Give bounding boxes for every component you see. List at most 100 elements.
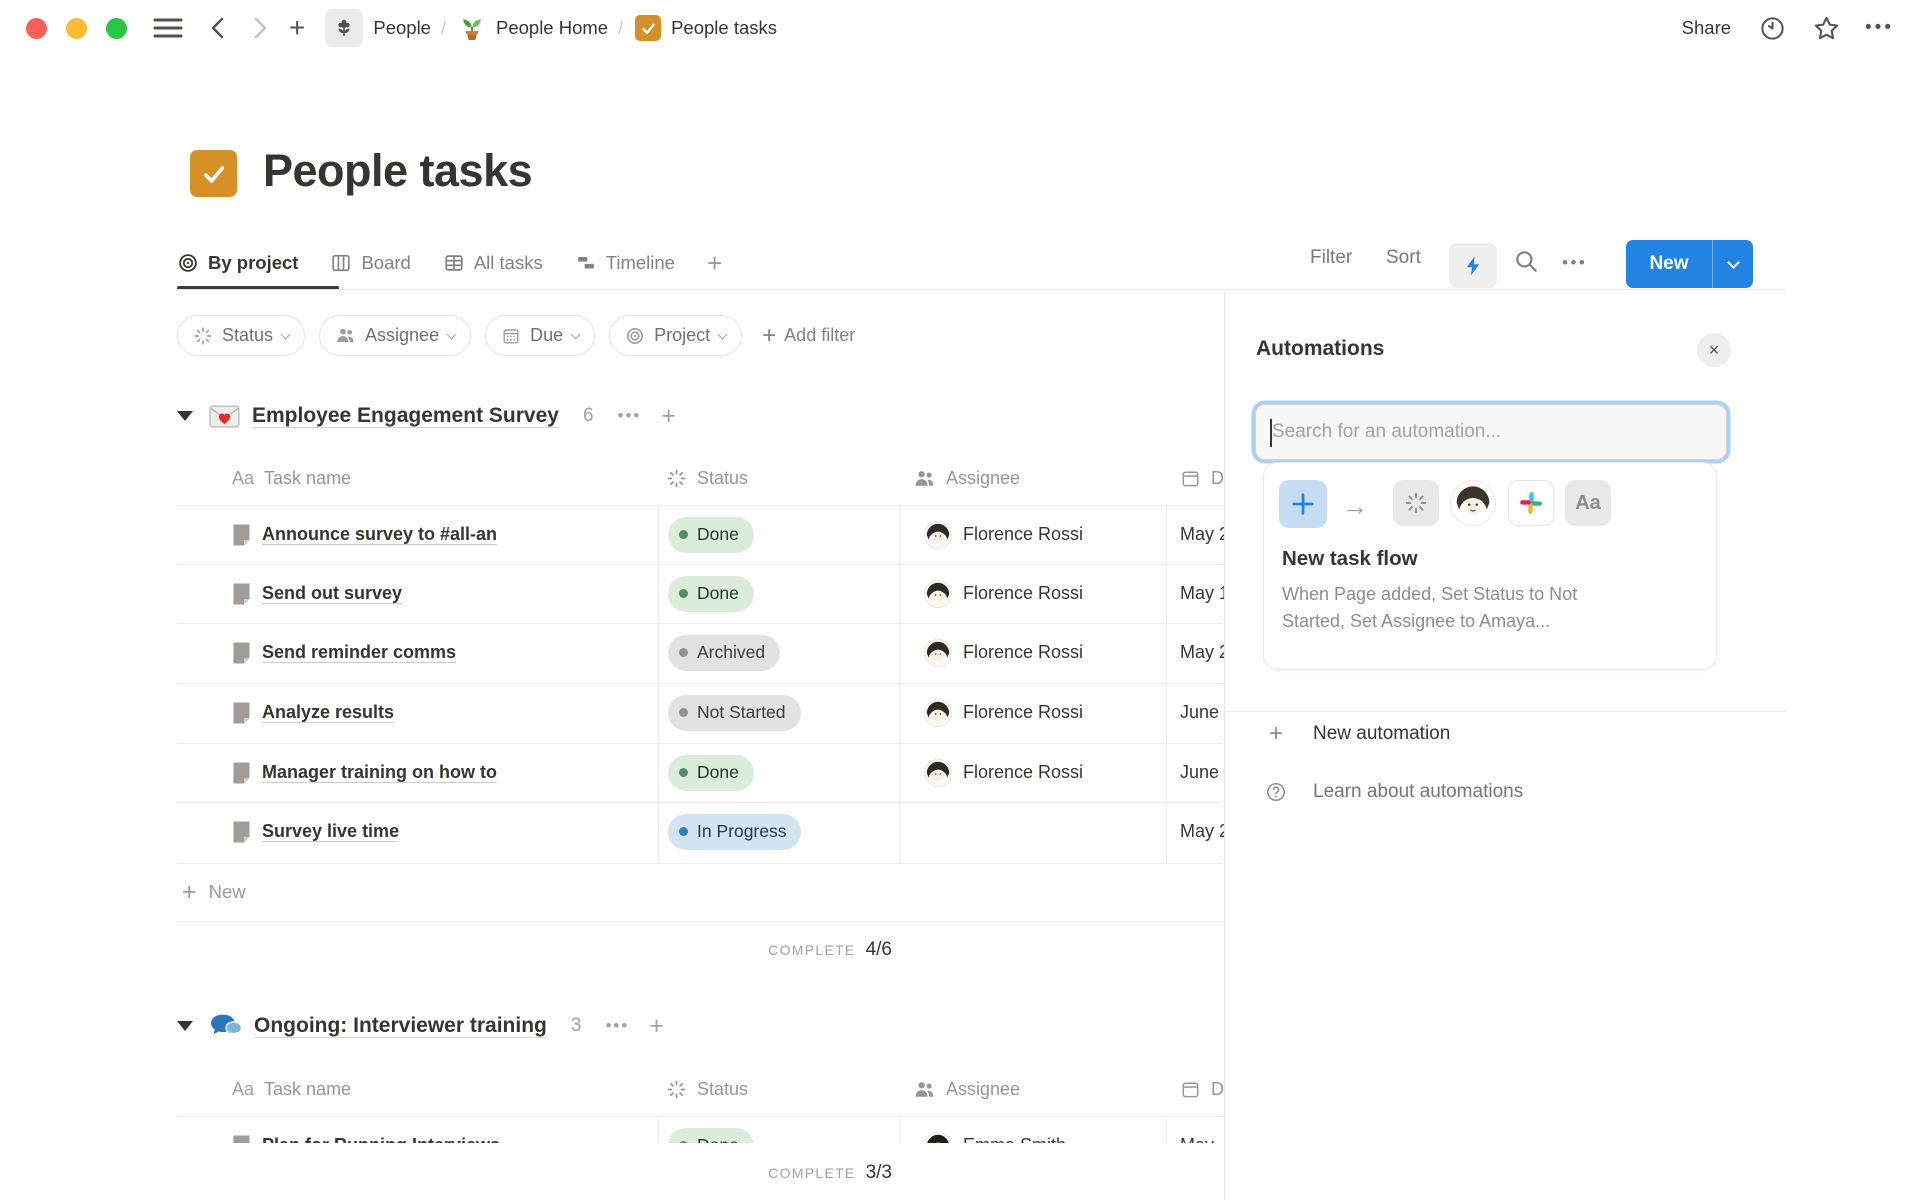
updates-clock-icon[interactable]	[1759, 15, 1786, 42]
tab-label: All tasks	[474, 252, 543, 274]
automations-lightning-button[interactable]	[1449, 243, 1497, 288]
share-button[interactable]: Share	[1682, 17, 1731, 39]
group-options-icon[interactable]: •••	[618, 406, 642, 426]
favorite-star-icon[interactable]	[1812, 14, 1841, 43]
workspace-flower-icon[interactable]	[325, 9, 363, 47]
more-options-icon[interactable]: •••	[1865, 17, 1894, 39]
assignee-cell[interactable]: Florence Rossi	[924, 505, 1083, 564]
status-cell[interactable]: Done	[668, 564, 754, 623]
table-row[interactable]: Announce survey to #all-an Done Florence…	[177, 505, 1222, 564]
sort-button[interactable]: Sort	[1386, 247, 1421, 269]
task-cell[interactable]: Survey live time	[232, 802, 399, 861]
column-header-task-name[interactable]: Aa Task name	[232, 452, 351, 504]
back-icon[interactable]	[207, 16, 229, 40]
due-cell[interactable]: June	[1180, 743, 1219, 802]
new-button[interactable]: New	[1626, 240, 1753, 288]
new-automation-button[interactable]: + New automation	[1265, 720, 1450, 748]
add-filter-button[interactable]: + Add filter	[762, 325, 855, 346]
assignee-cell[interactable]: Florence Rossi	[924, 743, 1083, 802]
group-count: 6	[583, 405, 594, 427]
column-header-task-name[interactable]: Aa Task name	[232, 1063, 351, 1115]
column-header-assignee[interactable]: Assignee	[913, 1063, 1020, 1115]
status-cell[interactable]: In Progress	[668, 802, 801, 861]
learn-about-automations-link[interactable]: Learn about automations	[1265, 778, 1523, 806]
text-type-icon: Aa	[232, 1079, 254, 1100]
due-cell[interactable]: June	[1180, 683, 1219, 742]
due-cell[interactable]: May 2	[1180, 623, 1229, 682]
new-button-label[interactable]: New	[1626, 240, 1712, 288]
new-button-chevron-down-icon[interactable]	[1713, 240, 1753, 288]
tab-board[interactable]: Board	[330, 252, 410, 274]
due-cell[interactable]: May 2	[1180, 505, 1229, 564]
complete-label: COMPLETE	[768, 942, 855, 958]
status-cell[interactable]: Done	[668, 743, 754, 802]
forward-icon[interactable]	[249, 16, 271, 40]
collapse-triangle-icon[interactable]	[177, 1021, 193, 1031]
tab-by-project[interactable]: By project	[177, 252, 298, 274]
status-cell[interactable]: Done	[668, 505, 754, 564]
column-header-status[interactable]: Status	[666, 1063, 748, 1115]
group-title[interactable]: Employee Engagement Survey	[252, 404, 559, 428]
add-view-plus-icon[interactable]: +	[707, 248, 722, 279]
table-row[interactable]: Send reminder comms Archived Florence Ro…	[177, 623, 1222, 682]
automation-search-field[interactable]	[1255, 404, 1727, 460]
timeline-icon	[575, 252, 597, 274]
new-tab-plus-icon[interactable]: +	[289, 16, 305, 40]
assignee-cell[interactable]: Florence Rossi	[924, 683, 1083, 742]
breadcrumb-separator: /	[618, 18, 623, 39]
table-row[interactable]: Manager training on how to Done Florence…	[177, 743, 1222, 802]
group-add-row-icon[interactable]: +	[661, 406, 676, 426]
tab-label: Board	[361, 252, 410, 274]
chip-label: Status	[222, 325, 273, 346]
automation-card-new-task-flow[interactable]: → Aa New task flow When Page added,	[1263, 462, 1717, 670]
task-cell[interactable]: Manager training on how to	[232, 743, 497, 802]
breadcrumb-item-people[interactable]: People	[373, 17, 431, 39]
slack-icon	[1508, 480, 1554, 526]
table-row[interactable]: Send out survey Done Florence Rossi May …	[177, 564, 1222, 623]
breadcrumb-item-people-tasks[interactable]: People tasks	[671, 17, 777, 39]
group-title[interactable]: Ongoing: Interviewer training	[254, 1014, 547, 1038]
column-header-status[interactable]: Status	[666, 452, 748, 504]
due-cell[interactable]: May 1	[1180, 564, 1229, 623]
filter-bar: Status Assignee Due Project + Add filter	[177, 315, 855, 356]
search-icon[interactable]	[1513, 248, 1539, 274]
group-add-row-icon[interactable]: +	[649, 1016, 664, 1036]
view-tabs: By project Board All tasks Timeline +	[177, 240, 722, 286]
filter-chip-assignee[interactable]: Assignee	[319, 315, 471, 356]
assignee-cell[interactable]: Florence Rossi	[924, 564, 1083, 623]
task-cell[interactable]: Announce survey to #all-an	[232, 505, 497, 564]
filter-chip-due[interactable]: Due	[485, 315, 595, 356]
speech-bubbles-icon	[209, 1013, 242, 1040]
automation-search-input[interactable]	[1256, 421, 1726, 443]
collapse-triangle-icon[interactable]	[177, 411, 193, 421]
board-icon	[330, 252, 352, 274]
traffic-light-close-icon[interactable]	[26, 18, 47, 39]
tab-all-tasks[interactable]: All tasks	[443, 252, 543, 274]
task-cell[interactable]: Analyze results	[232, 683, 394, 742]
group-options-icon[interactable]: •••	[605, 1016, 629, 1036]
filter-button[interactable]: Filter	[1310, 247, 1352, 269]
assignee-cell[interactable]: Florence Rossi	[924, 623, 1083, 682]
chip-label: Assignee	[365, 325, 439, 346]
view-options-icon[interactable]: •••	[1562, 253, 1587, 273]
due-cell[interactable]: May 2	[1180, 802, 1229, 861]
sidebar-toggle-icon[interactable]	[153, 17, 183, 39]
task-cell[interactable]: Send reminder comms	[232, 623, 456, 682]
tab-timeline[interactable]: Timeline	[575, 252, 675, 274]
traffic-light-zoom-icon[interactable]	[106, 18, 127, 39]
filter-chip-project[interactable]: Project	[609, 315, 742, 356]
table-row[interactable]: Analyze results Not Started Florence Ros…	[177, 683, 1222, 742]
breadcrumb-item-people-home[interactable]: People Home	[496, 17, 608, 39]
column-header-assignee[interactable]: Assignee	[913, 452, 1020, 504]
task-cell[interactable]: Send out survey	[232, 564, 402, 623]
close-icon[interactable]: ×	[1697, 333, 1731, 367]
lightning-icon	[1461, 254, 1485, 278]
table-row[interactable]: Survey live time In Progress May 2	[177, 802, 1222, 861]
filter-chip-status[interactable]: Status	[177, 315, 305, 356]
traffic-light-minimize-icon[interactable]	[66, 18, 87, 39]
new-row-button[interactable]: + New	[177, 863, 1222, 921]
status-cell[interactable]: Not Started	[668, 683, 801, 742]
column-label: Assignee	[946, 468, 1020, 489]
status-cell[interactable]: Archived	[668, 623, 780, 682]
notion-app-window: + People / People Home / People tasks S	[0, 0, 1920, 1200]
